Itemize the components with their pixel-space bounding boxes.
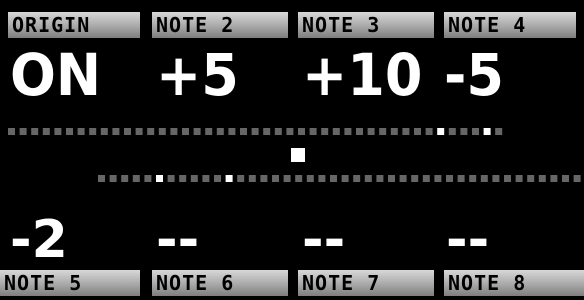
tab-note-7[interactable]: NOTE 7	[298, 270, 434, 296]
scale-dot	[286, 128, 294, 135]
scale-dot	[390, 128, 398, 135]
scale-dot	[132, 175, 140, 182]
scale-dot	[495, 128, 503, 135]
scale-dot	[376, 175, 384, 182]
scale-dot	[8, 128, 15, 135]
scale-dot	[422, 175, 430, 182]
scale-dot	[364, 175, 372, 182]
note-7-value: --	[302, 210, 346, 270]
scale-dot	[448, 128, 456, 135]
tab-note-6[interactable]: NOTE 6	[152, 270, 288, 296]
device-screen: ORIGIN NOTE 2 NOTE 3 NOTE 4 ON +5 +10 -5…	[0, 0, 584, 296]
scale-dot	[573, 175, 581, 182]
scale-dot	[469, 175, 477, 182]
scale-dot	[147, 128, 155, 135]
scale-dot	[170, 128, 178, 135]
scale-dot	[379, 128, 387, 135]
position-cursor	[291, 148, 305, 162]
scale-dot	[399, 175, 407, 182]
scale-dot	[205, 128, 213, 135]
tab-note-8[interactable]: NOTE 8	[444, 270, 584, 296]
scale-dot	[158, 128, 166, 135]
note-8-value: --	[446, 210, 490, 270]
tab-note-5[interactable]: NOTE 5	[0, 270, 140, 296]
scale-dot	[367, 128, 375, 135]
scale-dot	[332, 128, 340, 135]
scale-dot	[298, 128, 305, 135]
scale-dot	[330, 175, 337, 182]
scale-dot	[309, 128, 317, 135]
scale-dot	[321, 128, 329, 135]
scale-dot	[538, 175, 546, 182]
scale-dot	[179, 175, 187, 182]
scale-dot	[263, 128, 271, 135]
note-6-value: --	[156, 210, 200, 270]
scale-dot	[228, 128, 236, 135]
scale-dot	[341, 175, 349, 182]
scale-dot	[483, 128, 491, 135]
upper-dot-row	[8, 128, 503, 135]
scale-dot	[562, 175, 569, 182]
scale-dot	[504, 175, 511, 182]
scale-dot	[202, 175, 210, 182]
scale-dot	[492, 175, 500, 182]
scale-dot	[472, 128, 479, 135]
scale-dot	[167, 175, 175, 182]
scale-dot	[480, 175, 488, 182]
scale-dot	[414, 128, 421, 135]
scale-dot	[425, 128, 433, 135]
scale-dot	[182, 128, 189, 135]
scale-dot	[306, 175, 314, 182]
scale-dot	[402, 128, 410, 135]
scale-dot	[54, 128, 62, 135]
scale-dot	[135, 128, 143, 135]
scale-dot	[515, 175, 523, 182]
scale-dot	[237, 175, 245, 182]
scale-dot	[457, 175, 465, 182]
scale-dot	[283, 175, 291, 182]
scale-dot	[295, 175, 303, 182]
scale-dot	[225, 175, 233, 182]
scale-dot	[112, 128, 120, 135]
scale-dot	[77, 128, 85, 135]
scale-dot	[121, 175, 129, 182]
scale-dot	[527, 175, 535, 182]
scale-dot	[260, 175, 268, 182]
scale-dot	[460, 128, 468, 135]
scale-dot	[89, 128, 97, 135]
scale-dot	[411, 175, 419, 182]
scale-dot	[388, 175, 395, 182]
scale-dot	[100, 128, 108, 135]
scale-dot	[156, 175, 163, 182]
scale-dot	[124, 128, 131, 135]
scale-dot	[550, 175, 558, 182]
scale-dot	[251, 128, 259, 135]
scale-dot	[109, 175, 117, 182]
scale-dot	[190, 175, 198, 182]
scale-dot	[42, 128, 50, 135]
lower-dot-row	[98, 175, 581, 182]
scale-dot	[193, 128, 201, 135]
scale-dot	[144, 175, 152, 182]
scale-dot	[272, 175, 279, 182]
scale-dot	[216, 128, 224, 135]
scale-dot	[248, 175, 256, 182]
scale-dot	[66, 128, 73, 135]
scale-dot	[274, 128, 282, 135]
scale-dot	[318, 175, 326, 182]
scale-dot	[344, 128, 352, 135]
scale-dot	[446, 175, 453, 182]
scale-dot	[98, 175, 105, 182]
scale-dot	[214, 175, 221, 182]
scale-dot	[353, 175, 361, 182]
scale-dot	[240, 128, 247, 135]
scale-dot	[356, 128, 363, 135]
scale-dot	[19, 128, 27, 135]
scale-dot	[437, 128, 445, 135]
note-5-value: -2	[10, 210, 68, 270]
scale-dot	[434, 175, 442, 182]
scale-dot	[31, 128, 39, 135]
